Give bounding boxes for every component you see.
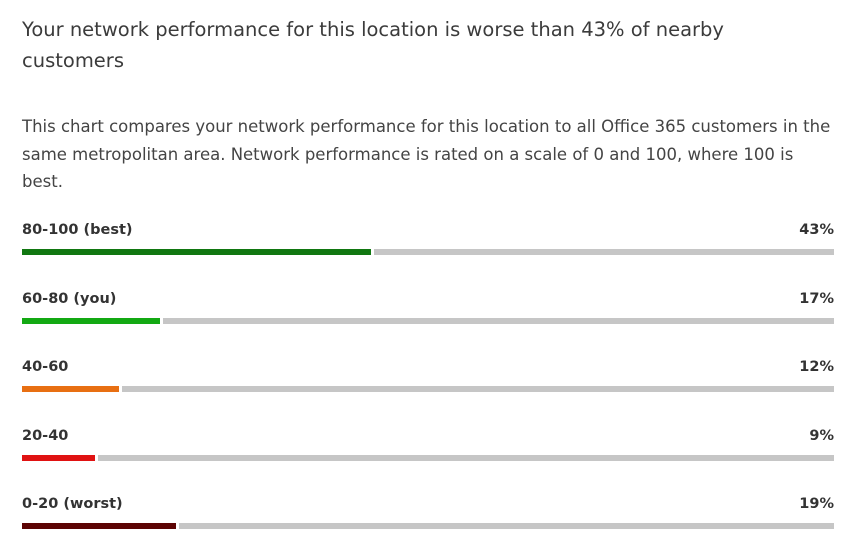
bar-value-label: 19% xyxy=(799,496,834,512)
bar-fill xyxy=(22,454,95,461)
bar-row: 20-40 9% xyxy=(22,428,834,468)
bar-fill xyxy=(22,523,176,529)
bar-value-label: 9% xyxy=(809,427,834,444)
bar-value-label: 17% xyxy=(799,290,834,307)
bar-track xyxy=(22,523,834,529)
performance-panel: Your network performance for this locati… xyxy=(0,0,859,558)
bar-track xyxy=(22,454,834,461)
bar-track xyxy=(22,317,834,324)
bar-row: 0-20 (worst) 19% xyxy=(22,496,834,536)
bar-remainder xyxy=(122,386,834,392)
bar-fill xyxy=(22,317,160,324)
bar-category-label: 0-20 (worst) xyxy=(22,496,123,512)
bar-row: 60-80 (you) 17% xyxy=(22,291,834,331)
bar-remainder xyxy=(98,454,834,461)
bar-category-label: 20-40 xyxy=(22,427,69,444)
bar-remainder xyxy=(163,317,834,324)
bar-fill xyxy=(22,386,119,392)
bar-category-label: 80-100 (best) xyxy=(22,222,133,238)
bar-track xyxy=(22,249,834,255)
bar-track xyxy=(22,386,834,392)
bar-category-label: 40-60 xyxy=(22,359,69,375)
bar-remainder xyxy=(374,249,834,255)
bar-row: 40-60 12% xyxy=(22,359,834,399)
bar-category-label: 60-80 (you) xyxy=(22,290,117,307)
bar-value-label: 12% xyxy=(799,359,834,375)
bar-value-label: 43% xyxy=(799,222,834,238)
bar-remainder xyxy=(179,523,834,529)
bar-row: 80-100 (best) 43% xyxy=(22,222,834,262)
distribution-chart: 80-100 (best) 43% 60-80 (you) 17% 40-60 12% 20… xyxy=(22,0,834,558)
bar-fill xyxy=(22,249,371,255)
